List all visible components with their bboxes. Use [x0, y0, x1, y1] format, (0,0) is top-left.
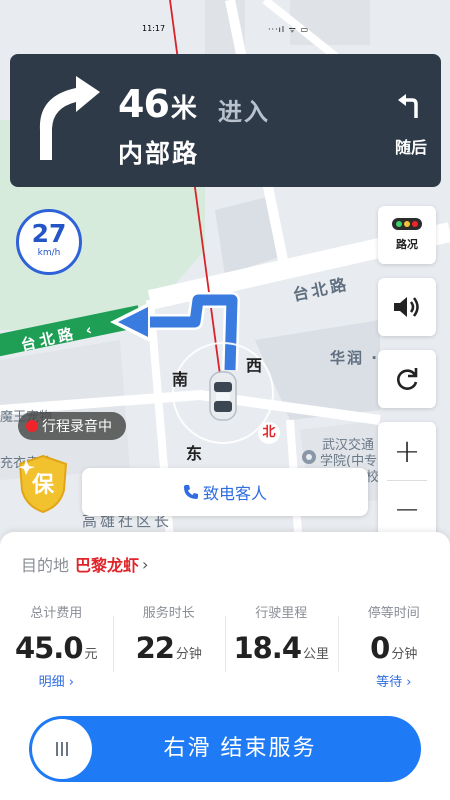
zoom-control: + − — [378, 422, 436, 538]
refresh-icon — [397, 368, 418, 390]
destination-row[interactable]: 目的地 巴黎龙虾 › — [21, 552, 148, 576]
zoom-out-button[interactable]: − — [378, 480, 436, 538]
stat-label: 行驶里程 — [255, 606, 308, 621]
compass-west: 西 — [246, 356, 263, 375]
stat-value: 45.0 元 — [14, 631, 98, 665]
phone-icon — [183, 485, 198, 499]
destination-name: 巴黎龙虾 — [75, 556, 140, 575]
zoom-in-button[interactable]: + — [378, 422, 436, 480]
stat-label: 服务时长 — [142, 606, 195, 621]
turn-right-arrow-icon — [36, 76, 100, 164]
stat-wait-time: 停等时间 0 分钟 等待 › — [337, 600, 450, 690]
slider-handle[interactable] — [32, 719, 92, 779]
traffic-label: 路况 — [396, 238, 418, 251]
nav-distance: 46米 — [118, 82, 197, 126]
stat-label: 总计费用 — [30, 606, 83, 621]
record-dot-icon — [26, 420, 38, 432]
sound-button[interactable] — [378, 278, 436, 336]
stat-total-fee: 总计费用 45.0 元 明细 › — [0, 600, 113, 690]
safety-shield-icon[interactable]: 保 — [16, 454, 70, 518]
refresh-button[interactable] — [378, 350, 436, 408]
call-passenger-button[interactable]: 致电客人 — [82, 468, 368, 516]
nav-road-name: 内部路 — [118, 139, 200, 168]
nav-then-label: 随后 — [395, 138, 428, 157]
wait-link[interactable]: 等待 › — [338, 671, 450, 690]
destination-label: 目的地 — [21, 556, 70, 575]
compass-south: 南 — [172, 370, 189, 389]
speed-indicator: 27 km/h — [16, 209, 82, 275]
navigation-card: 46米 进入 内部路 随后 — [10, 54, 441, 187]
status-icons: ···ıl ᯤ ▭ — [268, 25, 310, 34]
speed-unit: km/h — [37, 248, 61, 258]
trip-stats: 总计费用 45.0 元 明细 › 服务时长 22 分钟 行驶里程 18.4 公里 停等… — [0, 600, 450, 690]
trip-panel: 目的地 巴黎龙虾 › 总计费用 45.0 元 明细 › 服务时长 22 分钟 行驶里… — [0, 532, 450, 800]
nav-distance-unit: 米 — [170, 94, 197, 124]
recording-label: 行程录音中 — [42, 419, 112, 435]
stat-value: 0 分钟 — [370, 631, 418, 665]
compass-east: 东 — [186, 444, 203, 463]
status-time: 11:17 — [142, 24, 166, 33]
stat-service-duration: 服务时长 22 分钟 — [112, 600, 226, 690]
then-turn-left-icon — [396, 92, 424, 124]
call-label: 致电客人 — [202, 484, 267, 503]
stat-label: 停等时间 — [367, 606, 420, 621]
svg-text:保: 保 — [31, 473, 55, 498]
chevron-right-icon: › — [142, 554, 149, 574]
nav-distance-value: 46 — [118, 82, 170, 126]
traffic-light-icon — [392, 218, 422, 230]
end-service-slider[interactable]: 右滑 结束服务 — [29, 716, 421, 782]
speaker-icon — [394, 297, 419, 317]
stat-link-empty — [225, 671, 338, 687]
stat-distance: 行驶里程 18.4 公里 — [225, 600, 338, 690]
stat-value: 18.4 公里 — [233, 631, 330, 665]
grip-icon — [56, 742, 68, 756]
stat-value: 22 分钟 — [135, 631, 202, 665]
stat-link-empty — [113, 671, 226, 687]
fee-detail-link[interactable]: 明细 › — [0, 671, 113, 690]
speed-value: 27 — [31, 219, 67, 248]
traffic-button[interactable]: 路况 — [378, 206, 436, 264]
compass-north: 北 — [258, 422, 280, 444]
nav-action: 进入 — [218, 98, 270, 126]
recording-indicator[interactable]: 行程录音中 — [18, 412, 126, 440]
